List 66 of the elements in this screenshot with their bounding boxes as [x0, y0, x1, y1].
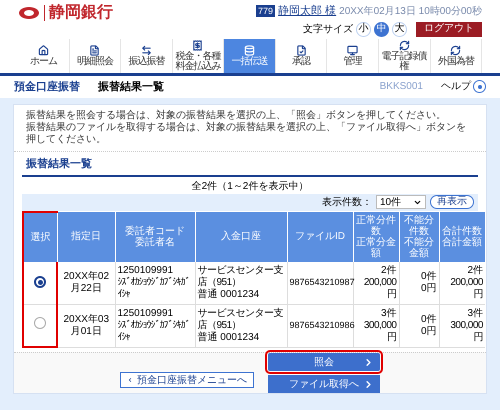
nav-tab[interactable]: 外国為替 [430, 38, 482, 72]
table-cell: 9876543210986 [290, 320, 355, 330]
table-cell-text: ｼｽﾞｵｶｼｮｳｼﾞｶﾌﾞｼｷｶﾞｲｼｬ [118, 276, 190, 300]
breadcrumb-link[interactable]: 預金口座振替 [14, 78, 80, 95]
table-cell-text: サービスセンター支店（951） [198, 264, 284, 288]
screen-id: BKKS001 [380, 80, 423, 94]
radio-button[interactable] [34, 276, 46, 288]
redisplay-button[interactable]: 再表示 [430, 195, 474, 209]
user-name: 静岡太郎 様 [278, 4, 336, 19]
table-cell-text: 0円 [420, 282, 436, 294]
nav-tab[interactable]: 振込振替 [121, 38, 173, 72]
table-cell: 20XX年03月01日 [63, 314, 110, 336]
table-cell-text: 1250109991 [118, 308, 174, 320]
table-cell-text: 3件 [380, 308, 396, 320]
table-cell-text: 200,000円 [449, 276, 483, 300]
nav-tab[interactable]: ホーム [18, 38, 70, 72]
section-title: 振替結果一覧 [22, 156, 478, 176]
page-title: 振替結果一覧 [98, 80, 164, 94]
table-cell-text: 2件 [380, 264, 396, 276]
table-cell-text: 1250109991 [118, 264, 174, 276]
table-cell-text: 300,000円 [362, 320, 396, 344]
table-cell-text: 300,000円 [449, 320, 483, 344]
table-cell-text: 200,000円 [362, 276, 396, 300]
table-cell-text: 普通 0001234 [198, 288, 260, 300]
monitor-icon [347, 44, 358, 56]
page-size-label: 表示件数： [322, 196, 372, 210]
table-cell-text: 2件 [466, 264, 483, 276]
cycle-icon [450, 44, 462, 56]
font-size-button[interactable]: 中 [374, 22, 389, 36]
document-icon [89, 44, 100, 56]
document-check-icon [296, 44, 307, 56]
transfer-icon [140, 44, 152, 56]
instruction-text: 振替結果のファイルを取得する場合は、対象の振替結果を選択の上、「ファイル取得へ」ボタンを押してください。 [26, 122, 467, 146]
inquiry-button[interactable]: 照会 [268, 353, 380, 371]
table-cell: 20XX年02月22日 [63, 270, 110, 294]
font-size-button[interactable]: 小 [356, 22, 371, 36]
nav-tab[interactable]: 管理 [327, 38, 379, 72]
table-cell-text: 0件 [420, 270, 436, 282]
file-download-button[interactable]: ファイル取得へ [268, 375, 380, 393]
nav-tab[interactable]: 電子記録債権 [378, 38, 430, 72]
bank-logo-icon [18, 6, 40, 20]
page-size-select[interactable]: 10件 [376, 195, 426, 209]
font-size-button[interactable]: 大 [392, 22, 407, 36]
nav-tab[interactable]: 明細照会 [70, 38, 122, 72]
bank-name: 静岡銀行 [49, 5, 113, 21]
login-datetime: 20XX年02月13日 10時00分00秒 [339, 4, 482, 19]
nav-tab[interactable]: 一括伝送 [224, 38, 276, 72]
radio-button[interactable] [34, 317, 46, 330]
help-link[interactable]: ヘルプ [441, 79, 486, 94]
database-icon [244, 44, 256, 56]
instruction-text: 振替結果を照会する場合は、対象の振替結果を選択の上、「照会」ボタンを押してください。 [26, 110, 447, 122]
font-size-label: 文字サイズ [303, 22, 353, 36]
nav-tab[interactable]: 承認 [276, 38, 328, 72]
result-count: 全2件（1～2件を表示中） [190, 180, 310, 194]
table-cell-text: 普通 0001234 [198, 332, 260, 344]
table-cell-text: サービスセンター支店（951） [198, 308, 284, 332]
home-icon [38, 44, 49, 56]
user-badge: 779 [256, 5, 276, 18]
table-cell-text: 0件 [420, 314, 436, 326]
table-cell-text: 0円 [420, 326, 436, 338]
chevron-left-icon [127, 375, 133, 385]
table-cell-text: ｼｽﾞｵｶｼｮｳｼﾞｶﾌﾞｼｷｶﾞｲｼｬ [118, 320, 190, 344]
logout-button[interactable]: ログアウト [416, 22, 482, 36]
back-menu-button[interactable]: 預金口座振替メニューへ [120, 372, 254, 388]
table-cell: 9876543210987 [290, 277, 355, 287]
table-cell-text: 3件 [466, 308, 483, 320]
